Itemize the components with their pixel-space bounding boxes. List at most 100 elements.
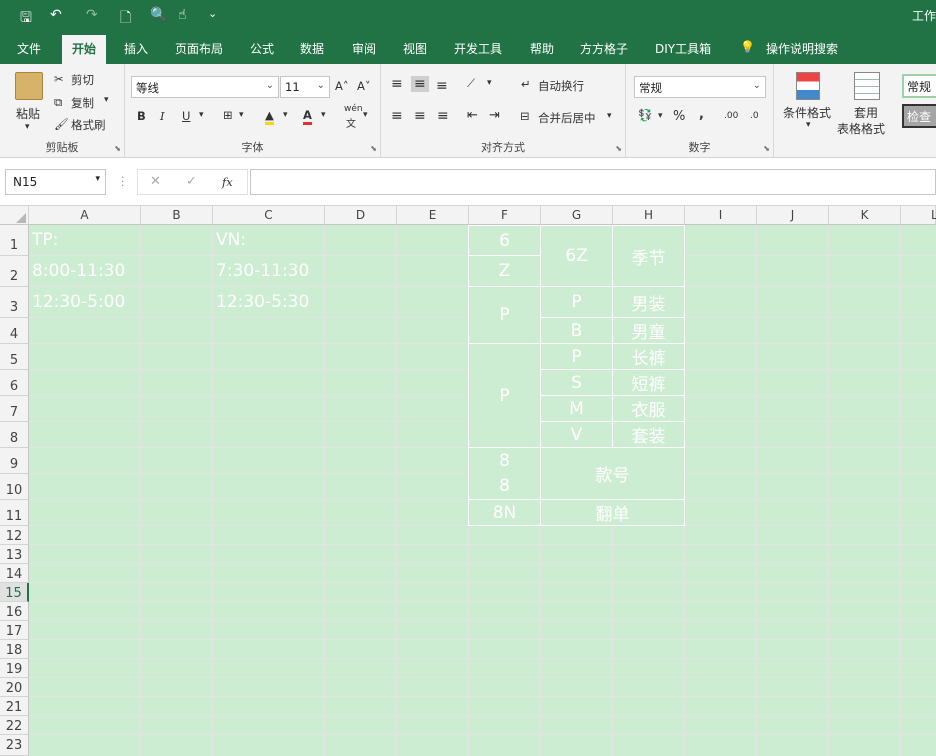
cell-a2[interactable]: 8:00-11:30 [32,261,125,281]
normal-style-cell[interactable]: 常规 [902,74,936,98]
paste-button[interactable]: 粘贴 [16,105,40,122]
select-all-corner[interactable] [0,206,29,225]
tell-me-search[interactable]: 操作说明搜索 [766,40,838,57]
merge-dropdown-icon[interactable]: ▾ [607,111,612,121]
column-header-l[interactable]: L [901,206,936,225]
column-header-b[interactable]: B [141,206,213,225]
tab-view[interactable]: 视图 [403,40,427,57]
italic-button[interactable]: I [160,109,165,123]
number-format-select[interactable]: 常规 ⌄ [634,76,766,98]
row-header-18[interactable]: 18 [0,640,29,659]
row-header-21[interactable]: 21 [0,697,29,716]
tab-help[interactable]: 帮助 [530,40,554,57]
tab-file[interactable]: 文件 [17,40,41,57]
cell-a3[interactable]: 12:30-5:00 [32,292,125,312]
table-cell-f11[interactable]: 8N [468,499,541,526]
formula-input[interactable] [250,169,936,195]
cell-c2[interactable]: 7:30-11:30 [216,261,309,281]
increase-indent-icon[interactable]: ⇥ [489,108,500,123]
format-as-table-button[interactable]: 表格格式 [837,120,885,137]
column-header-k[interactable]: K [829,206,901,225]
orientation-dropdown-icon[interactable]: ▾ [487,78,492,88]
table-cell-f1[interactable]: 6 [468,225,541,256]
tab-page-layout[interactable]: 页面布局 [175,40,223,57]
copy-button[interactable]: 复制 [71,95,94,111]
clipboard-launcher-icon[interactable]: ⬊ [114,144,121,153]
conditional-format-button[interactable]: 条件格式 [783,104,831,121]
shrink-font-button[interactable]: A˅ [357,79,371,93]
phonetic-dropdown-icon[interactable]: ▾ [363,110,368,120]
align-bottom-icon[interactable]: ≡ [436,78,448,94]
table-cell-h3[interactable]: 男装 [612,286,685,318]
table-cell-g8[interactable]: V [540,421,613,448]
table-cell-f9[interactable]: 8 [468,447,541,474]
underline-dropdown-icon[interactable]: ▾ [199,110,204,120]
column-header-e[interactable]: E [397,206,469,225]
cell-c1[interactable]: VN: [216,230,246,250]
table-cell-g11-h11[interactable]: 翻单 [540,499,685,526]
align-right-icon[interactable]: ≡ [437,108,449,124]
touch-mode-icon[interactable]: ☝ [178,7,187,23]
tab-review[interactable]: 审阅 [352,40,376,57]
row-header-6[interactable]: 6 [0,370,29,396]
table-cell-g6[interactable]: S [540,369,613,396]
fill-color-icon[interactable]: ▲ [265,108,274,125]
table-cell-f5-f8[interactable]: P [468,343,541,448]
row-header-2[interactable]: 2 [0,256,29,287]
wrap-text-button[interactable]: 自动换行 [538,78,584,94]
table-cell-g5[interactable]: P [540,343,613,370]
row-header-17[interactable]: 17 [0,621,29,640]
column-header-j[interactable]: J [757,206,829,225]
check-cell-style[interactable]: 检查 [902,104,936,128]
row-header-12[interactable]: 12 [0,526,29,545]
row-header-16[interactable]: 16 [0,602,29,621]
tab-formulas[interactable]: 公式 [250,40,274,57]
enter-icon[interactable]: ✓ [186,174,197,189]
table-cell-h1-h2[interactable]: 季节 [612,225,685,287]
borders-icon[interactable]: ⊞ [223,108,233,122]
insert-function-icon[interactable]: fx [222,175,233,189]
row-header-14[interactable]: 14 [0,564,29,583]
worksheet-grid[interactable]: TP: 8:00-11:30 12:30-5:00 VN: 7:30-11:30… [29,225,936,756]
tab-diy-toolbox[interactable]: DIY工具箱 [655,40,711,57]
column-header-f[interactable]: F [469,206,541,225]
align-left-icon[interactable]: ≡ [391,108,403,124]
font-color-icon[interactable]: A [303,108,312,125]
row-header-11[interactable]: 11 [0,500,29,526]
format-painter-button[interactable]: 格式刷 [71,117,106,133]
table-cell-g7[interactable]: M [540,395,613,422]
orientation-icon[interactable]: ⟋ [467,76,475,91]
table-cell-f2[interactable]: Z [468,255,541,287]
conditional-format-icon[interactable] [796,72,820,100]
percent-button[interactable]: % [673,109,685,124]
comma-button[interactable]: , [699,107,704,122]
align-middle-icon[interactable]: ≡ [411,76,429,92]
table-cell-g3[interactable]: P [540,286,613,318]
font-size-select[interactable]: 11 ⌄ [280,76,330,98]
grow-font-button[interactable]: A˄ [335,79,349,93]
borders-dropdown-icon[interactable]: ▾ [239,110,244,120]
tab-data[interactable]: 数据 [300,40,324,57]
cell-a1[interactable]: TP: [32,230,58,250]
font-color-dropdown-icon[interactable]: ▾ [321,110,326,120]
table-cell-h4[interactable]: 男童 [612,317,685,344]
bold-button[interactable]: B [137,109,146,123]
tab-fangfang[interactable]: 方方格子 [580,40,628,57]
row-header-13[interactable]: 13 [0,545,29,564]
new-file-icon[interactable]: 🗋 [120,7,131,31]
accounting-format-icon[interactable]: 💱 [638,108,652,122]
row-header-7[interactable]: 7 [0,396,29,422]
merge-center-button[interactable]: 合并后居中 [538,110,596,126]
row-header-22[interactable]: 22 [0,716,29,735]
phonetic-guide-icon[interactable]: wén [344,104,363,114]
font-launcher-icon[interactable]: ⬊ [370,144,377,153]
table-cell-h5[interactable]: 长裤 [612,343,685,370]
format-as-table-label[interactable]: 套用 [854,104,878,121]
tab-developer[interactable]: 开发工具 [454,40,502,57]
column-header-d[interactable]: D [325,206,397,225]
format-as-table-icon[interactable] [854,72,880,100]
column-header-c[interactable]: C [213,206,325,225]
fill-color-dropdown-icon[interactable]: ▾ [283,110,288,120]
accounting-dropdown-icon[interactable]: ▾ [658,111,663,121]
align-top-icon[interactable]: ≡ [391,76,403,92]
